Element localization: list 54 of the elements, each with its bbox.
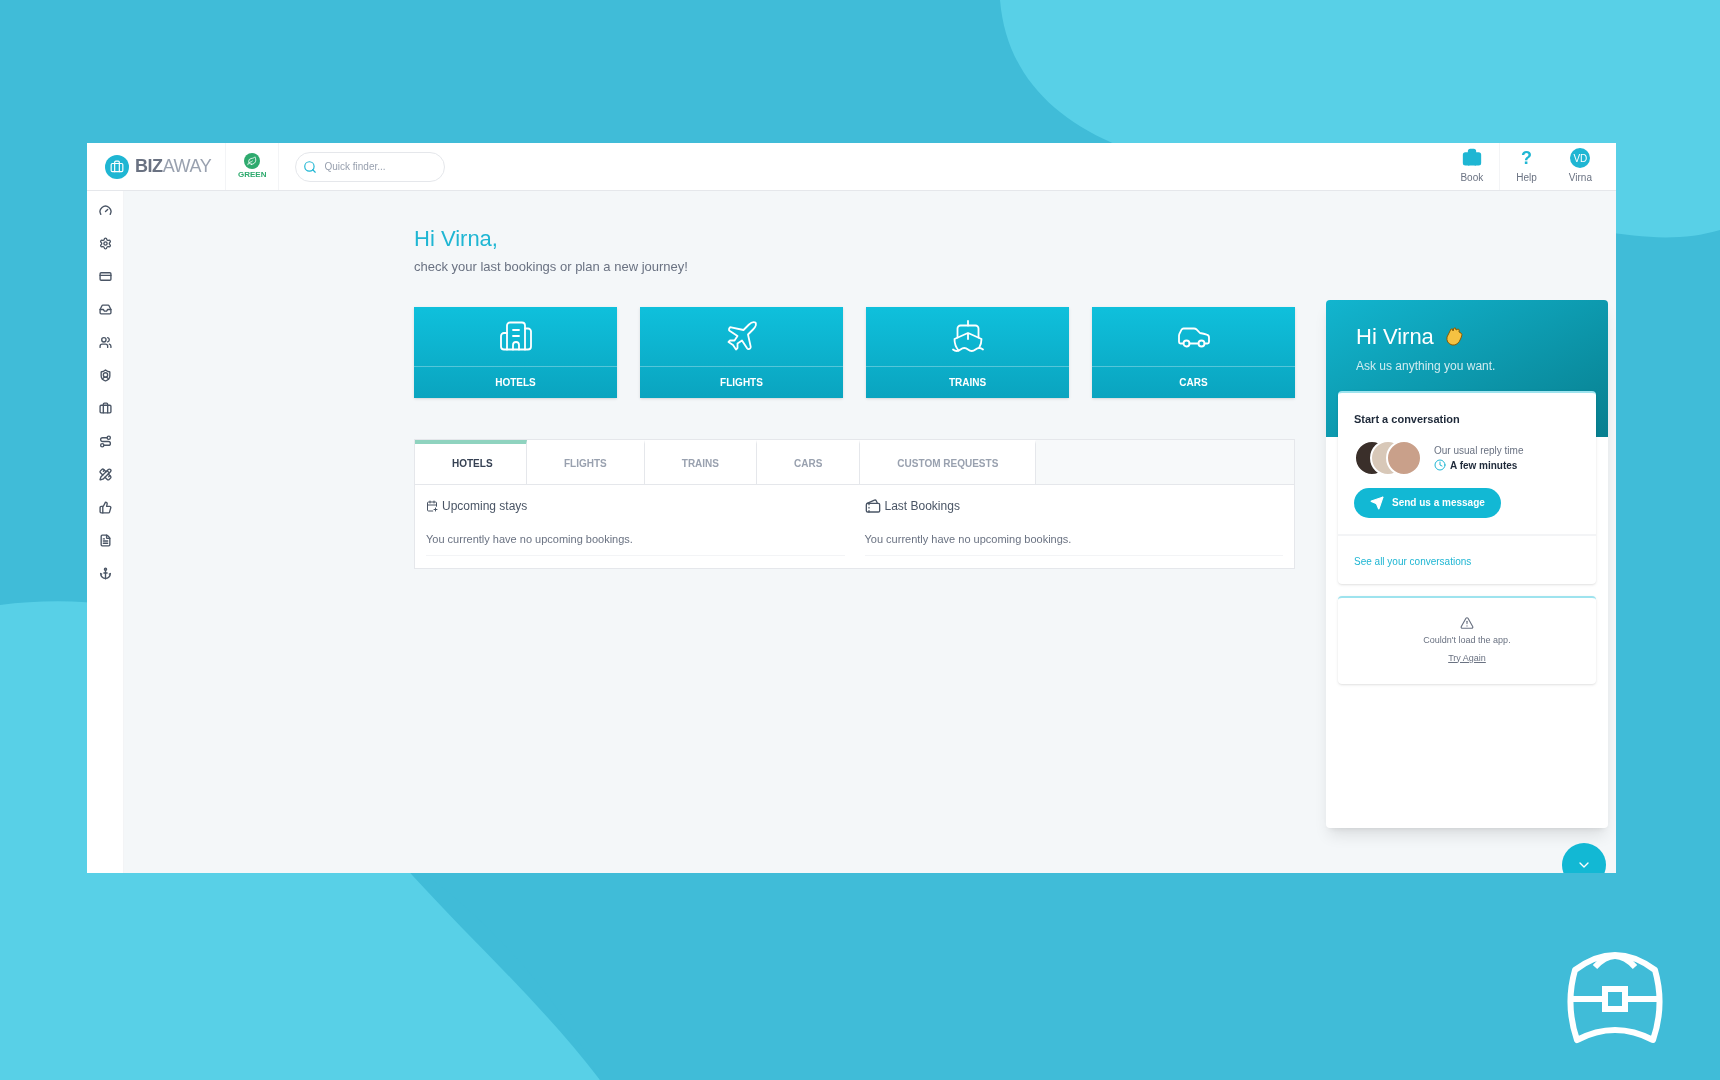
calendar-icon — [426, 499, 438, 512]
gauge-icon[interactable] — [98, 203, 112, 217]
send-icon — [1370, 495, 1384, 510]
search-icon — [303, 159, 318, 174]
route-icon[interactable] — [98, 434, 112, 448]
eco-badge-label: GREEN — [238, 168, 267, 181]
pencil-ruler-icon[interactable] — [98, 467, 112, 481]
tab[interactable]: TRAINS — [644, 439, 757, 484]
chat-title: Hi Virna — [1356, 323, 1434, 351]
question-mark-icon: ? — [1521, 148, 1533, 168]
try-again-link[interactable]: Try Again — [1448, 651, 1486, 665]
users-icon[interactable] — [98, 335, 112, 349]
shield-user-icon[interactable] — [98, 368, 112, 382]
greeting-subtitle: check your last bookings or plan a new journey! — [414, 258, 689, 276]
greeting-title: Hi Virna, — [414, 225, 499, 253]
panel-title: Upcoming stays — [442, 497, 528, 515]
tab[interactable]: HOTELS — [415, 439, 527, 484]
send-message-button[interactable]: Send us a message — [1354, 487, 1501, 518]
header-action[interactable]: ? Help — [1499, 143, 1553, 190]
reply-label: Our usual reply time — [1434, 443, 1524, 458]
tab[interactable]: FLIGHTS — [527, 439, 645, 484]
panel-title: Last Bookings — [884, 497, 960, 515]
header-action[interactable]: VD Virna — [1552, 143, 1608, 190]
card-title: Start a conversation — [1354, 412, 1461, 427]
ship-icon — [949, 318, 986, 354]
tab[interactable]: CUSTOM REQUESTS — [860, 439, 1037, 484]
inbox-icon[interactable] — [98, 302, 112, 316]
credit-card-icon[interactable] — [98, 269, 112, 283]
tickets-icon — [864, 497, 881, 514]
document-icon[interactable] — [98, 533, 112, 547]
service-card[interactable]: CARS — [1092, 306, 1295, 398]
briefcase-icon[interactable] — [98, 401, 112, 415]
tab[interactable]: CARS — [757, 439, 861, 484]
empty-message: You currently have no upcoming bookings. — [864, 530, 1283, 556]
header-action[interactable]: Book — [1444, 143, 1500, 190]
service-card[interactable]: FLIGHTS — [640, 306, 843, 398]
clock-icon — [1434, 459, 1446, 471]
thumbs-up-icon[interactable] — [98, 500, 112, 514]
avatar: VD — [1570, 148, 1591, 168]
service-card[interactable]: HOTELS — [414, 306, 617, 398]
brand-logo: BIZAWAY — [135, 155, 212, 178]
leaf-icon — [244, 152, 261, 169]
service-card[interactable]: TRAINS — [866, 306, 1069, 398]
error-message: Couldn't load the app. — [1423, 634, 1511, 647]
chat-subtitle: Ask us anything you want. — [1356, 358, 1497, 375]
reply-time: A few minutes — [1450, 458, 1518, 473]
settings-icon[interactable] — [98, 236, 112, 250]
search-field[interactable]: Quick finder... — [295, 151, 446, 182]
conversations-link[interactable]: See all your conversations — [1354, 555, 1472, 567]
empty-message: You currently have no upcoming bookings. — [426, 530, 845, 556]
briefcase-icon — [1461, 148, 1482, 168]
warning-icon — [1460, 616, 1474, 630]
anchor-icon[interactable] — [98, 566, 112, 580]
logo-badge-icon — [105, 154, 129, 179]
